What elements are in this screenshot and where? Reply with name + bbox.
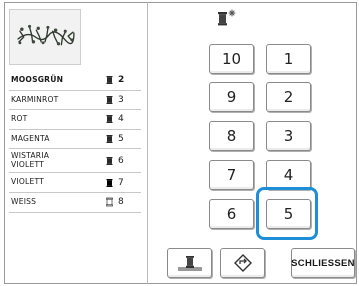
- thread-number: 7: [118, 177, 124, 188]
- thread-spool-button[interactable]: [167, 248, 212, 278]
- thread-spool-icon: [106, 95, 113, 104]
- thread-number: 6: [118, 155, 124, 166]
- thread-spool-icon: [106, 178, 113, 187]
- thread-name: KARMINROT: [11, 94, 59, 104]
- thread-row-violett[interactable]: VIOLETT 7: [9, 173, 141, 193]
- key-6[interactable]: 6: [209, 199, 254, 229]
- thread-spool-icon: [106, 197, 113, 207]
- thread-row-moosgruen[interactable]: MOOSGRÜN 2: [9, 71, 141, 91]
- thread-color-list: MOOSGRÜN 2 KARMINROT 3 ROT 4 MAGENTA 5 W…: [9, 71, 141, 213]
- embroidery-preview: [9, 9, 81, 65]
- thread-spool-icon: [106, 156, 113, 165]
- key-10[interactable]: 10: [209, 44, 254, 74]
- thread-number: 4: [118, 114, 124, 125]
- rotate-diamond-icon: [233, 254, 252, 272]
- thread-spool-icon: [106, 76, 113, 85]
- thread-number: 5: [118, 134, 124, 145]
- key-7[interactable]: 7: [209, 160, 254, 190]
- key-9[interactable]: 9: [209, 82, 254, 112]
- key-8[interactable]: 8: [209, 121, 254, 151]
- thread-row-rot[interactable]: ROT 4: [9, 110, 141, 130]
- key-3[interactable]: 3: [266, 121, 311, 151]
- thread-name: WEISS: [11, 197, 37, 207]
- thread-number: 3: [118, 94, 124, 105]
- thread-spool-icon: [106, 135, 113, 144]
- close-button[interactable]: SCHLIESSEN: [291, 248, 355, 278]
- thread-name: VIOLETT: [11, 177, 44, 187]
- thread-row-karminrot[interactable]: KARMINROT 3: [9, 91, 141, 111]
- thread-row-weiss[interactable]: WEISS 8: [9, 193, 141, 213]
- rotate-button[interactable]: [220, 248, 265, 278]
- key-1[interactable]: 1: [266, 44, 311, 74]
- panel-divider: [147, 2, 148, 284]
- selected-key-highlight: [256, 187, 318, 240]
- thread-name: MAGENTA: [11, 133, 50, 143]
- thread-spool-icon: [106, 115, 113, 124]
- thread-name: MOOSGRÜN: [11, 75, 64, 85]
- key-4[interactable]: 4: [266, 160, 311, 190]
- thread-row-wistaria-violett[interactable]: WISTARIA VIOLETT 6: [9, 149, 141, 174]
- thread-name: WISTARIA VIOLETT: [11, 151, 50, 169]
- spool-sparkle-icon: [218, 9, 236, 26]
- thread-name: ROT: [11, 114, 28, 124]
- thread-number: 2: [118, 75, 125, 86]
- spool-needle-icon: [177, 256, 202, 271]
- embroidery-pattern-image: [17, 24, 75, 46]
- thread-number: 8: [118, 197, 124, 208]
- key-2[interactable]: 2: [266, 82, 311, 112]
- thread-row-magenta[interactable]: MAGENTA 5: [9, 130, 141, 150]
